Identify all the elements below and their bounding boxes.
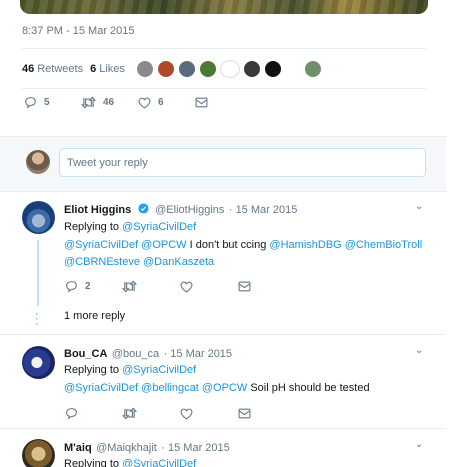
avatar[interactable] <box>22 439 55 467</box>
reply-count: 2 <box>85 281 91 292</box>
envelope-icon <box>238 408 251 419</box>
tweet-actions: 5 46 6 <box>24 96 208 109</box>
tweet-date[interactable]: · 15 Mar 2015 <box>229 204 297 216</box>
chevron-down-icon[interactable]: ⌄ <box>415 201 423 212</box>
tweet-photo[interactable] <box>20 0 428 14</box>
replying-label: Replying to <box>64 364 120 376</box>
replying-to-link[interactable]: @SyriaCivilDef <box>122 458 196 467</box>
tweet-body: Soil pH should be tested <box>250 382 370 394</box>
reply-actions: 2 <box>65 280 251 293</box>
tweet-date[interactable]: · 15 Mar 2015 <box>161 442 229 454</box>
author-name[interactable]: Eliot Higgins <box>64 204 131 216</box>
heart-icon <box>180 408 193 420</box>
thread-line <box>37 240 39 306</box>
liker-avatar[interactable] <box>136 60 154 78</box>
like-action[interactable]: 6 <box>138 97 195 109</box>
liker-avatar[interactable] <box>220 60 240 78</box>
retweet-action[interactable] <box>122 407 180 420</box>
replying-to: Replying to @SyriaCivilDef <box>64 456 196 467</box>
reply-action[interactable]: 2 <box>65 280 122 293</box>
avatar[interactable] <box>22 201 55 234</box>
liker-avatar[interactable] <box>199 60 217 78</box>
author-handle[interactable]: @bou_ca <box>112 348 159 360</box>
replying-label: Replying to <box>64 221 120 233</box>
direct-message-action[interactable] <box>195 97 208 108</box>
avatar[interactable] <box>22 346 55 379</box>
my-avatar <box>26 150 50 174</box>
like-action[interactable] <box>180 281 238 293</box>
tweet-text: @SyriaCivilDef @OPCW I don't but ccing @… <box>64 237 422 253</box>
replying-to-link[interactable]: @SyriaCivilDef <box>122 364 196 376</box>
mention-links[interactable]: @HamishDBG @ChemBioTroll <box>269 239 422 251</box>
retweet-action[interactable] <box>122 280 180 293</box>
reply-action[interactable] <box>65 407 122 420</box>
tweet-reply-input[interactable] <box>59 148 426 177</box>
reply-action[interactable]: 5 <box>24 96 81 109</box>
reply-icon <box>66 281 77 293</box>
liker-avatar[interactable] <box>243 60 261 78</box>
likers-avatars <box>136 59 325 79</box>
likes-count[interactable]: 6 <box>90 63 96 75</box>
divider <box>0 428 446 429</box>
author-handle[interactable]: @Maiqkhajit <box>96 442 157 454</box>
reply-icon <box>25 97 36 109</box>
reply-icon <box>66 408 77 420</box>
author-handle[interactable]: @EliotHiggins <box>155 204 224 216</box>
liker-avatar[interactable] <box>264 60 282 78</box>
liker-avatar[interactable] <box>157 60 175 78</box>
replying-to: Replying to @SyriaCivilDef <box>64 219 196 235</box>
divider <box>22 48 426 49</box>
liker-avatar[interactable] <box>178 60 196 78</box>
reply-count: 5 <box>44 97 50 108</box>
tweet-body: I don't but ccing <box>189 239 267 251</box>
tweet-timestamp: 8:37 PM - 15 Mar 2015 <box>22 25 135 37</box>
retweet-count: 46 <box>103 97 115 108</box>
tweet-stats: 46 Retweets 6 Likes <box>22 60 125 78</box>
more-replies-link[interactable]: 1 more reply <box>64 308 125 324</box>
envelope-icon <box>238 281 251 292</box>
tweet-text-line2: @CBRNEsteve @DanKaszeta <box>64 254 214 270</box>
replying-to: Replying to @SyriaCivilDef <box>64 362 196 378</box>
retweet-action[interactable]: 46 <box>81 96 138 109</box>
like-action[interactable] <box>180 408 238 420</box>
direct-message-action[interactable] <box>238 408 251 419</box>
like-count: 6 <box>158 97 164 108</box>
retweet-icon <box>81 96 96 109</box>
liker-avatar[interactable] <box>304 60 322 78</box>
retweet-icon <box>122 280 137 293</box>
mention-links[interactable]: @SyriaCivilDef @OPCW <box>64 239 187 251</box>
reply-actions <box>65 407 251 420</box>
thread-dots: · · · <box>35 308 39 330</box>
likes-label[interactable]: Likes <box>99 63 125 75</box>
retweets-label[interactable]: Retweets <box>37 63 83 75</box>
divider <box>0 334 446 335</box>
chevron-down-icon[interactable]: ⌄ <box>415 439 423 450</box>
reply-header: Eliot Higgins @EliotHiggins · 15 Mar 201… <box>64 200 297 218</box>
reply-header: M'aiq @Maiqkhajit · 15 Mar 2015 <box>64 438 230 456</box>
author-name[interactable]: Bou_CA <box>64 348 107 360</box>
replying-label: Replying to <box>64 458 120 467</box>
mention-links[interactable]: @SyriaCivilDef @bellingcat @OPCW <box>64 382 247 394</box>
divider <box>22 88 426 89</box>
verified-badge-icon <box>138 203 149 214</box>
envelope-icon <box>195 97 208 108</box>
replying-to-link[interactable]: @SyriaCivilDef <box>122 221 196 233</box>
chevron-down-icon[interactable]: ⌄ <box>415 345 423 356</box>
retweet-icon <box>122 407 137 420</box>
tweet-text: @SyriaCivilDef @bellingcat @OPCW Soil pH… <box>64 380 370 396</box>
reply-header: Bou_CA @bou_ca · 15 Mar 2015 <box>64 344 232 362</box>
tweet-date[interactable]: · 15 Mar 2015 <box>164 348 232 360</box>
direct-message-action[interactable] <box>238 281 251 292</box>
mention-links[interactable]: @CBRNEsteve @DanKaszeta <box>64 256 214 268</box>
heart-icon <box>138 97 151 109</box>
author-name[interactable]: M'aiq <box>64 442 92 454</box>
heart-icon <box>180 281 193 293</box>
retweets-count[interactable]: 46 <box>22 63 34 75</box>
